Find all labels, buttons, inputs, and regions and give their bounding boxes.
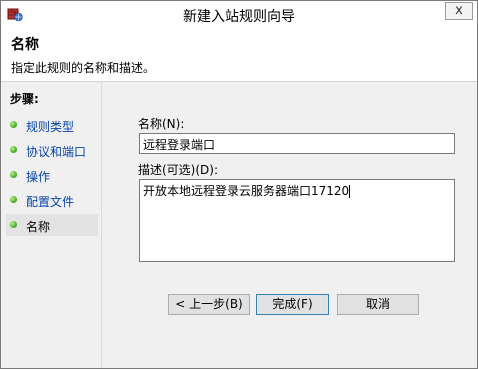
step-label: 规则类型 [26, 120, 75, 134]
title-bar[interactable]: 新建入站规则向导 x [1, 1, 477, 29]
step-protocol-ports[interactable]: 协议和端口 [6, 139, 98, 161]
step-action[interactable]: 操作 [6, 164, 98, 186]
text-caret [349, 185, 351, 198]
finish-button[interactable]: 完成(F) [256, 294, 329, 315]
step-rule-type[interactable]: 规则类型 [6, 114, 98, 136]
cancel-button[interactable]: 取消 [337, 294, 419, 315]
wizard-window: 新建入站规则向导 x 名称 指定此规则的名称和描述。 步骤: 规则类型 协议和端… [0, 0, 478, 369]
description-text: 开放本地远程登录云服务器端口17120 [143, 184, 350, 198]
wizard-header: 名称 指定此规则的名称和描述。 [1, 29, 477, 82]
step-profile[interactable]: 配置文件 [6, 189, 98, 211]
step-name[interactable]: 名称 [6, 214, 98, 236]
name-field[interactable]: 远程登录端口 [139, 133, 455, 154]
page-description: 指定此规则的名称和描述。 [11, 61, 156, 75]
step-label: 操作 [26, 170, 51, 184]
steps-sidebar: 步骤: 规则类型 协议和端口 操作 配置文件 名称 [1, 82, 102, 368]
step-label: 名称 [26, 220, 51, 234]
step-label: 配置文件 [26, 195, 75, 209]
step-label: 协议和端口 [26, 145, 87, 159]
green-bullet-icon [10, 146, 17, 153]
back-button[interactable]: < 上一步(B) [168, 294, 250, 315]
window-title: 新建入站规则向导 [183, 9, 295, 25]
green-bullet-icon [10, 121, 17, 128]
name-label: 名称(N): [138, 117, 185, 131]
page-title: 名称 [11, 37, 39, 53]
description-label: 描述(可选)(D): [138, 163, 219, 177]
green-bullet-icon [10, 196, 17, 203]
description-field[interactable]: 开放本地远程登录云服务器端口17120 [139, 179, 455, 262]
form-panel: 名称(N): 远程登录端口 描述(可选)(D): 开放本地远程登录云服务器端口1… [102, 82, 477, 368]
close-icon[interactable]: x [445, 2, 473, 20]
green-bullet-icon [10, 221, 17, 228]
green-bullet-icon [10, 171, 17, 178]
steps-title: 步骤: [10, 92, 39, 106]
